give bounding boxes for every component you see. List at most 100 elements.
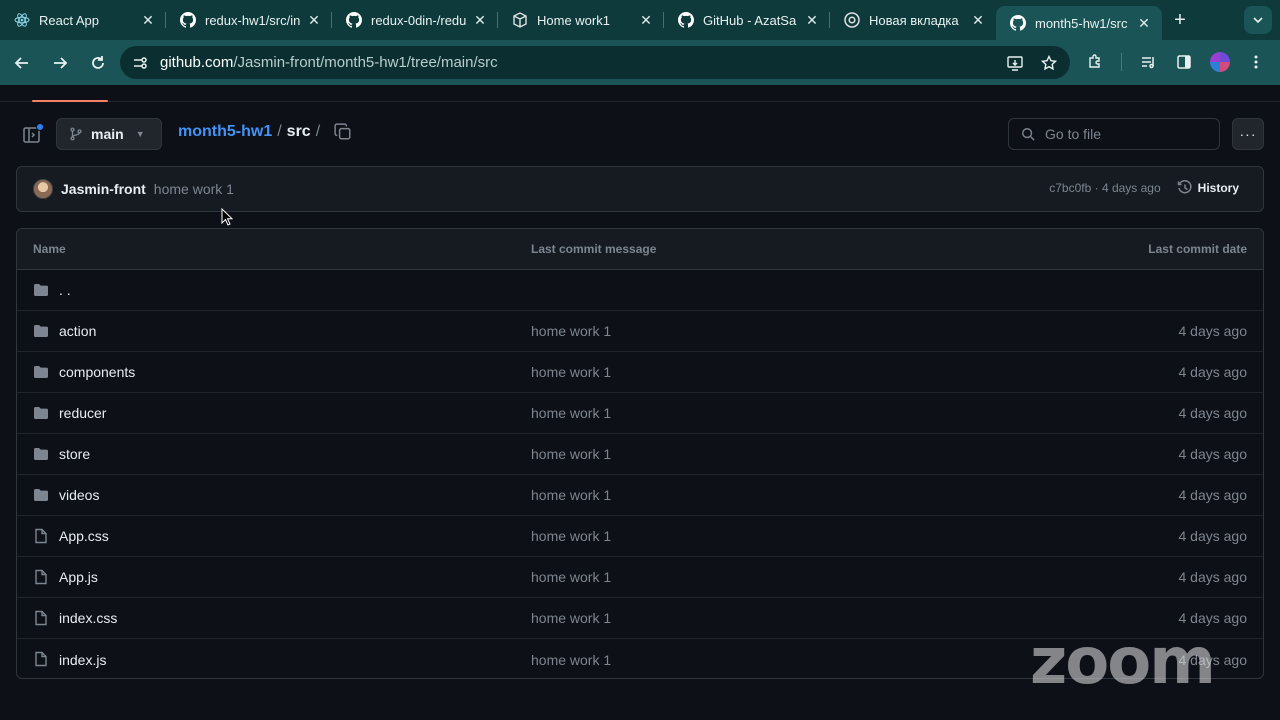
breadcrumb-separator: / bbox=[277, 123, 282, 140]
commit-message-link[interactable]: home work 1 bbox=[531, 405, 611, 421]
table-row[interactable]: action home work 1 4 days ago bbox=[17, 311, 1263, 352]
commit-message-link[interactable]: home work 1 bbox=[531, 610, 611, 626]
table-row[interactable]: store home work 1 4 days ago bbox=[17, 434, 1263, 475]
folder-icon bbox=[34, 448, 48, 460]
profile-button[interactable] bbox=[1204, 46, 1236, 78]
commit-message-link[interactable]: home work 1 bbox=[531, 364, 611, 380]
git-branch-icon bbox=[70, 127, 82, 141]
table-row[interactable]: App.css home work 1 4 days ago bbox=[17, 516, 1263, 557]
forward-button[interactable] bbox=[42, 45, 78, 81]
file-icon bbox=[35, 610, 47, 626]
site-info-icon[interactable] bbox=[132, 55, 148, 71]
commit-message-link[interactable]: home work 1 bbox=[154, 181, 234, 197]
breadcrumb-separator: / bbox=[315, 123, 321, 140]
file-tree-toggle-button[interactable] bbox=[22, 123, 44, 145]
browser-tab-active[interactable]: month5-hw1/src ✕ bbox=[996, 6, 1162, 40]
file-table: Name Last commit message Last commit dat… bbox=[16, 228, 1264, 679]
new-tab-button[interactable]: + bbox=[1162, 0, 1198, 40]
commit-author-link[interactable]: Jasmin-front bbox=[61, 181, 146, 197]
file-name-link[interactable]: index.js bbox=[59, 652, 106, 668]
browser-toolbar: github.com/Jasmin-front/month5-hw1/tree/… bbox=[0, 40, 1280, 85]
breadcrumb-current-dir: src bbox=[286, 123, 311, 140]
table-row[interactable]: reducer home work 1 4 days ago bbox=[17, 393, 1263, 434]
avatar[interactable] bbox=[33, 179, 53, 199]
browser-tab[interactable]: GitHub - AzatSa ✕ bbox=[664, 0, 830, 40]
browser-tab[interactable]: Новая вкладка ✕ bbox=[830, 0, 996, 40]
side-panel-icon bbox=[1177, 55, 1191, 69]
file-name-link[interactable]: videos bbox=[59, 487, 99, 503]
notification-dot bbox=[36, 123, 44, 131]
commit-date: 4 days ago bbox=[1178, 405, 1248, 421]
tab-label: month5-hw1/src bbox=[1035, 15, 1128, 31]
file-name-link[interactable]: components bbox=[59, 364, 135, 380]
browser-tab-bar: React App ✕ redux-hw1/src/in ✕ redux-0di… bbox=[0, 0, 1280, 40]
browser-tab[interactable]: redux-hw1/src/in ✕ bbox=[166, 0, 332, 40]
close-icon[interactable]: ✕ bbox=[638, 12, 654, 28]
commit-message-link[interactable]: home work 1 bbox=[531, 569, 611, 585]
commit-message-link[interactable]: home work 1 bbox=[531, 446, 611, 462]
reload-icon bbox=[92, 55, 104, 69]
table-header: Name Last commit message Last commit dat… bbox=[17, 229, 1263, 270]
browser-tab[interactable]: Home work1 ✕ bbox=[498, 0, 664, 40]
tab-label: redux-0din-/redu bbox=[371, 12, 467, 28]
branch-selector[interactable]: main ▼ bbox=[56, 118, 162, 150]
browser-tab[interactable]: React App ✕ bbox=[0, 0, 166, 40]
avatar bbox=[1210, 52, 1230, 72]
browser-menu-button[interactable] bbox=[1240, 46, 1272, 78]
folder-icon bbox=[34, 325, 48, 337]
side-panel-button[interactable] bbox=[1168, 46, 1200, 78]
commit-message-link[interactable]: home work 1 bbox=[531, 487, 611, 503]
history-button[interactable]: History bbox=[1177, 180, 1239, 196]
file-name-link[interactable]: App.js bbox=[59, 569, 98, 585]
table-row[interactable]: App.js home work 1 4 days ago bbox=[17, 557, 1263, 598]
media-controls-button[interactable] bbox=[1132, 46, 1164, 78]
file-name-link[interactable]: action bbox=[59, 323, 96, 339]
back-button[interactable] bbox=[4, 45, 40, 81]
close-icon[interactable]: ✕ bbox=[306, 12, 322, 28]
puzzle-icon bbox=[1089, 54, 1100, 68]
copy-path-button[interactable] bbox=[334, 123, 354, 143]
parent-directory-row[interactable]: . . bbox=[17, 270, 1263, 311]
search-icon bbox=[1022, 128, 1035, 141]
parent-directory-link[interactable]: . . bbox=[59, 282, 71, 298]
commit-message-link[interactable]: home work 1 bbox=[531, 652, 611, 668]
arrow-right-icon bbox=[54, 56, 68, 69]
breadcrumb-repo-link[interactable]: month5-hw1 bbox=[178, 123, 272, 141]
browser-tab[interactable]: redux-0din-/redu ✕ bbox=[332, 0, 498, 40]
table-row[interactable]: components home work 1 4 days ago bbox=[17, 352, 1263, 393]
close-icon[interactable]: ✕ bbox=[1136, 15, 1152, 31]
more-options-button[interactable]: ··· bbox=[1232, 118, 1264, 150]
table-row[interactable]: videos home work 1 4 days ago bbox=[17, 475, 1263, 516]
address-bar[interactable]: github.com/Jasmin-front/month5-hw1/tree/… bbox=[120, 46, 1070, 79]
commit-date: 4 days ago bbox=[1178, 323, 1248, 339]
reload-button[interactable] bbox=[80, 45, 116, 81]
tab-search-button[interactable] bbox=[1244, 6, 1272, 34]
commit-date: 4 days ago bbox=[1178, 364, 1248, 380]
file-name-link[interactable]: index.css bbox=[59, 610, 117, 626]
close-icon[interactable]: ✕ bbox=[472, 12, 488, 28]
queue-music-icon bbox=[1142, 57, 1154, 69]
install-app-button[interactable] bbox=[1002, 50, 1028, 76]
tab-label: React App bbox=[39, 12, 99, 28]
url-host: github.com bbox=[160, 54, 234, 71]
commit-date: 4 days ago bbox=[1178, 569, 1248, 585]
copy-icon bbox=[334, 123, 351, 140]
close-icon[interactable]: ✕ bbox=[140, 12, 156, 28]
chevron-down-icon bbox=[1253, 17, 1263, 24]
commit-message-link[interactable]: home work 1 bbox=[531, 528, 611, 544]
file-name-link[interactable]: reducer bbox=[59, 405, 106, 421]
github-icon bbox=[1010, 15, 1026, 31]
extensions-button[interactable] bbox=[1079, 46, 1111, 78]
bookmark-button[interactable] bbox=[1036, 50, 1062, 76]
go-to-file-input[interactable]: Go to file bbox=[1008, 118, 1220, 150]
commit-message-link[interactable]: home work 1 bbox=[531, 323, 611, 339]
folder-icon bbox=[34, 489, 48, 501]
close-icon[interactable]: ✕ bbox=[970, 12, 986, 28]
file-name-link[interactable]: App.css bbox=[59, 528, 109, 544]
close-icon[interactable]: ✕ bbox=[804, 12, 820, 28]
column-header-date: Last commit date bbox=[1148, 242, 1247, 256]
file-icon bbox=[35, 651, 47, 667]
github-icon bbox=[678, 12, 694, 28]
file-name-link[interactable]: store bbox=[59, 446, 90, 462]
commit-meta[interactable]: c7bc0fb · 4 days ago bbox=[1049, 181, 1160, 195]
